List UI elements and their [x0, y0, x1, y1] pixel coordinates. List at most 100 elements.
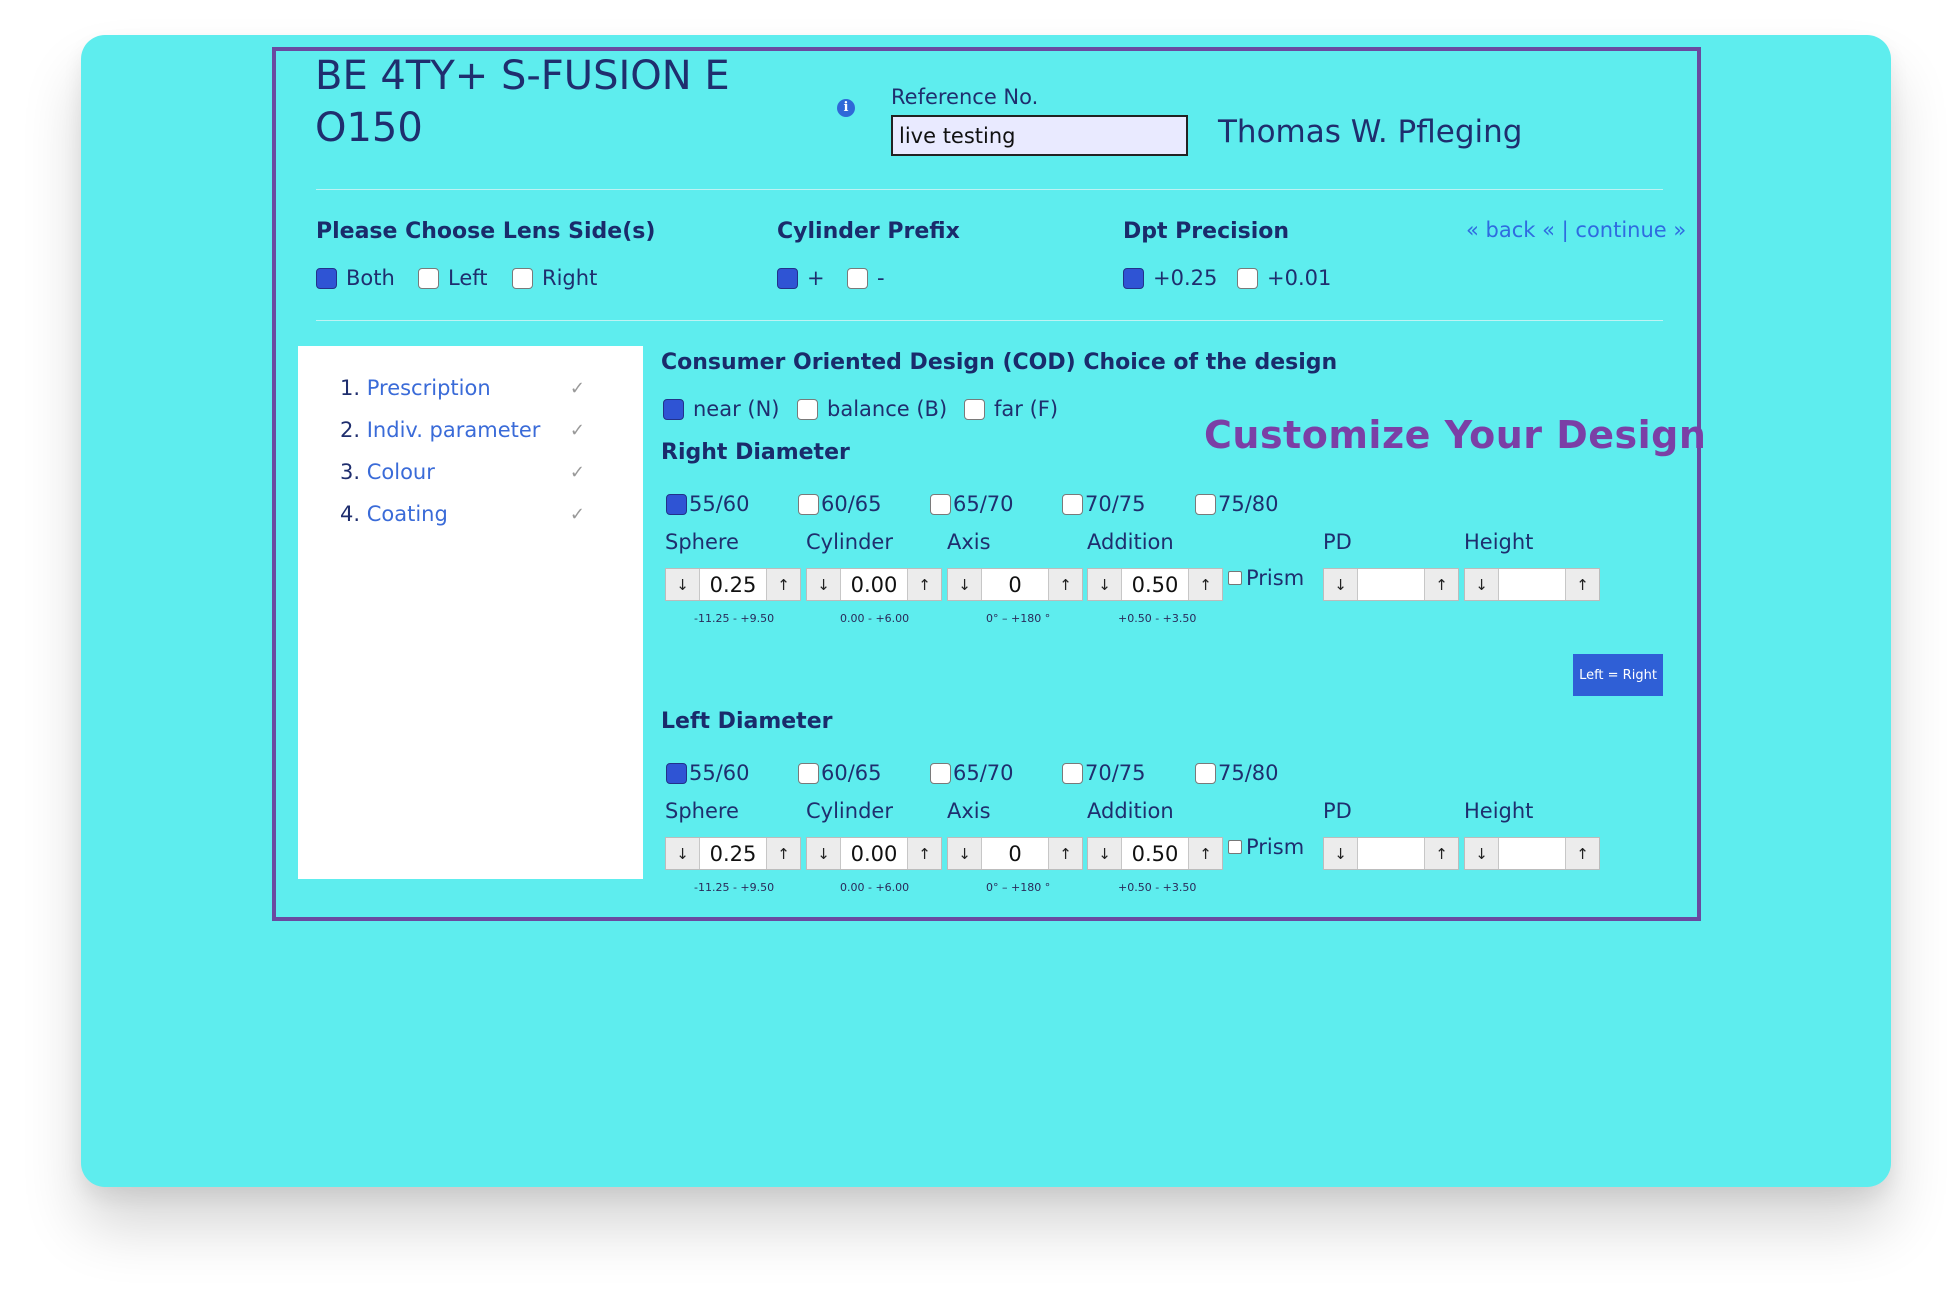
left-diameter-70-75[interactable]: 70/75: [1062, 761, 1146, 785]
right-addition-stepper[interactable]: ↓ 0.50 ↑: [1087, 568, 1223, 601]
right-diameter-65-70[interactable]: 65/70: [930, 492, 1014, 516]
cod-far[interactable]: far (F): [964, 397, 1058, 421]
cod-balance[interactable]: balance (B): [797, 397, 947, 421]
checkbox-icon[interactable]: [1228, 840, 1242, 854]
arrow-down-icon[interactable]: ↓: [1465, 838, 1499, 869]
arrow-down-icon[interactable]: ↓: [807, 838, 841, 869]
right-prism-checkbox[interactable]: Prism: [1228, 566, 1304, 590]
right-pd-stepper[interactable]: ↓ ↑: [1323, 568, 1459, 601]
left-pd-stepper[interactable]: ↓ ↑: [1323, 837, 1459, 870]
checkbox-icon[interactable]: [418, 267, 439, 289]
arrow-up-icon[interactable]: ↑: [1424, 569, 1458, 600]
dpt-001[interactable]: +0.01: [1237, 266, 1331, 290]
cyl-prefix-minus[interactable]: -: [847, 266, 885, 290]
info-icon[interactable]: i: [837, 99, 855, 117]
right-diameter-75-80[interactable]: 75/80: [1195, 492, 1279, 516]
arrow-down-icon[interactable]: ↓: [666, 838, 700, 869]
arrow-down-icon[interactable]: ↓: [807, 569, 841, 600]
arrow-up-icon[interactable]: ↑: [766, 838, 800, 869]
arrow-up-icon[interactable]: ↑: [1048, 569, 1082, 600]
arrow-up-icon[interactable]: ↑: [1188, 838, 1222, 869]
checkbox-icon[interactable]: [797, 398, 818, 420]
stepper-value[interactable]: 0.50: [1122, 573, 1188, 597]
cyl-prefix-plus[interactable]: +: [777, 266, 825, 290]
back-link[interactable]: « back «: [1466, 218, 1555, 242]
stepper-value[interactable]: 0.00: [841, 842, 907, 866]
arrow-down-icon[interactable]: ↓: [1465, 569, 1499, 600]
left-equals-right-button[interactable]: Left = Right: [1573, 654, 1663, 696]
right-sphere-stepper[interactable]: ↓ 0.25 ↑: [665, 568, 801, 601]
left-diameter-65-70[interactable]: 65/70: [930, 761, 1014, 785]
dpt-025[interactable]: +0.25: [1123, 266, 1217, 290]
arrow-down-icon[interactable]: ↓: [1324, 569, 1358, 600]
stepper-value[interactable]: 0: [982, 573, 1048, 597]
checkbox-icon[interactable]: [1195, 493, 1216, 515]
arrow-up-icon[interactable]: ↑: [907, 569, 941, 600]
checkbox-icon[interactable]: [666, 762, 687, 784]
checkbox-icon[interactable]: [666, 493, 687, 515]
stepper-value[interactable]: 0: [982, 842, 1048, 866]
right-cylinder-stepper[interactable]: ↓ 0.00 ↑: [806, 568, 942, 601]
arrow-down-icon[interactable]: ↓: [948, 569, 982, 600]
arrow-up-icon[interactable]: ↑: [1424, 838, 1458, 869]
checkbox-icon[interactable]: [512, 267, 533, 289]
lens-side-left[interactable]: Left: [418, 266, 488, 290]
step-prescription[interactable]: 1. Prescription ✓: [340, 376, 585, 400]
checkbox-icon[interactable]: [316, 267, 337, 289]
continue-link[interactable]: continue »: [1575, 218, 1686, 242]
arrow-up-icon[interactable]: ↑: [1188, 569, 1222, 600]
left-prism-checkbox[interactable]: Prism: [1228, 835, 1304, 859]
checkbox-icon[interactable]: [798, 493, 819, 515]
checkbox-icon[interactable]: [798, 762, 819, 784]
cod-near[interactable]: near (N): [663, 397, 780, 421]
arrow-up-icon[interactable]: ↑: [1565, 569, 1599, 600]
arrow-down-icon[interactable]: ↓: [1088, 838, 1122, 869]
arrow-up-icon[interactable]: ↑: [1565, 838, 1599, 869]
checkbox-icon[interactable]: [663, 398, 684, 420]
left-diameter-55-60[interactable]: 55/60: [666, 761, 750, 785]
right-height-stepper[interactable]: ↓ ↑: [1464, 568, 1600, 601]
arrow-down-icon[interactable]: ↓: [666, 569, 700, 600]
left-diameter-60-65[interactable]: 60/65: [798, 761, 882, 785]
reference-input[interactable]: [891, 115, 1188, 156]
left-axis-stepper[interactable]: ↓ 0 ↑: [947, 837, 1083, 870]
left-addition-stepper[interactable]: ↓ 0.50 ↑: [1087, 837, 1223, 870]
right-diameter-55-60[interactable]: 55/60: [666, 492, 750, 516]
right-axis-stepper[interactable]: ↓ 0 ↑: [947, 568, 1083, 601]
step-link[interactable]: Coating: [367, 502, 448, 526]
left-height-stepper[interactable]: ↓ ↑: [1464, 837, 1600, 870]
stepper-value[interactable]: 0.25: [700, 573, 766, 597]
checkbox-icon[interactable]: [1237, 267, 1258, 289]
checkbox-icon[interactable]: [964, 398, 985, 420]
right-diameter-60-65[interactable]: 60/65: [798, 492, 882, 516]
left-sphere-stepper[interactable]: ↓ 0.25 ↑: [665, 837, 801, 870]
arrow-down-icon[interactable]: ↓: [948, 838, 982, 869]
checkbox-icon[interactable]: [1195, 762, 1216, 784]
stepper-value[interactable]: 0.00: [841, 573, 907, 597]
arrow-up-icon[interactable]: ↑: [766, 569, 800, 600]
step-colour[interactable]: 3. Colour ✓: [340, 460, 585, 484]
checkbox-icon[interactable]: [1062, 493, 1083, 515]
lens-side-right[interactable]: Right: [512, 266, 597, 290]
checkbox-icon[interactable]: [1228, 571, 1242, 585]
step-link[interactable]: Indiv. parameter: [367, 418, 541, 442]
step-coating[interactable]: 4. Coating ✓: [340, 502, 585, 526]
left-diameter-75-80[interactable]: 75/80: [1195, 761, 1279, 785]
checkbox-icon[interactable]: [1062, 762, 1083, 784]
checkbox-icon[interactable]: [930, 762, 951, 784]
checkbox-icon[interactable]: [847, 267, 868, 289]
arrow-down-icon[interactable]: ↓: [1088, 569, 1122, 600]
arrow-up-icon[interactable]: ↑: [907, 838, 941, 869]
checkbox-icon[interactable]: [777, 267, 798, 289]
step-indiv-parameter[interactable]: 2. Indiv. parameter ✓: [340, 418, 585, 442]
stepper-value[interactable]: 0.25: [700, 842, 766, 866]
left-cylinder-stepper[interactable]: ↓ 0.00 ↑: [806, 837, 942, 870]
lens-side-both[interactable]: Both: [316, 266, 395, 290]
right-diameter-70-75[interactable]: 70/75: [1062, 492, 1146, 516]
checkbox-icon[interactable]: [1123, 267, 1144, 289]
checkbox-icon[interactable]: [930, 493, 951, 515]
step-link[interactable]: Colour: [367, 460, 435, 484]
step-link[interactable]: Prescription: [367, 376, 491, 400]
arrow-down-icon[interactable]: ↓: [1324, 838, 1358, 869]
stepper-value[interactable]: 0.50: [1122, 842, 1188, 866]
